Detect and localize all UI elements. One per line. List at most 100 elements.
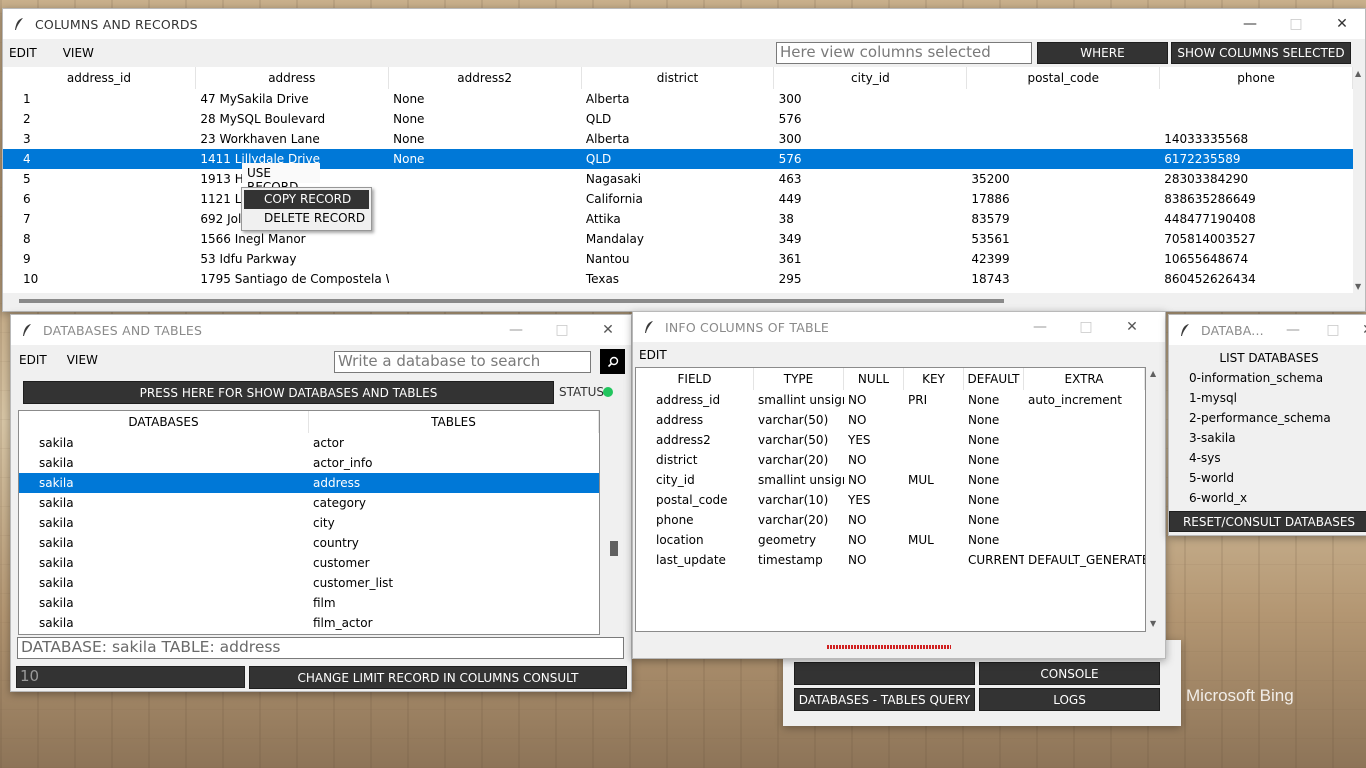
table-cell: QLD <box>585 112 612 126</box>
list-scrollbar[interactable] <box>608 411 620 632</box>
maximize-icon[interactable]: □ <box>1313 315 1353 345</box>
database-cell: sakila <box>39 556 74 570</box>
list-item[interactable]: sakila customer_list <box>19 573 599 593</box>
title-bar[interactable]: DATABASES AND TABLES — □ ✕ <box>11 315 631 345</box>
col-header[interactable]: address <box>196 67 389 89</box>
table-row[interactable]: 4 1411 Lillydale Drive None QLD 576 617223558… <box>3 149 1353 169</box>
close-icon[interactable]: ✕ <box>585 315 631 345</box>
minimize-icon[interactable]: — <box>493 315 539 345</box>
menu-edit[interactable]: EDIT <box>11 353 55 367</box>
table-row[interactable]: location geometry NO MUL None <box>636 530 1145 550</box>
col-header-tables[interactable]: TABLES <box>309 411 599 433</box>
list-item[interactable]: sakila address <box>19 473 599 493</box>
col-header-extra[interactable]: EXTRA <box>1024 368 1145 390</box>
table-row[interactable]: city_id smallint unsign NO MUL None <box>636 470 1145 490</box>
table-cell: smallint unsign <box>758 473 844 487</box>
search-button[interactable] <box>600 349 625 374</box>
col-header[interactable]: address2 <box>389 67 582 89</box>
list-item[interactable]: 1-mysql <box>1189 391 1331 411</box>
list-item[interactable]: sakila film <box>19 593 599 613</box>
table-row[interactable]: address2 varchar(50) YES None <box>636 430 1145 450</box>
databases-tables-query-button[interactable]: DATABASES - TABLES QUERY <box>794 688 975 711</box>
minimize-icon[interactable]: — <box>1273 315 1313 345</box>
list-item[interactable]: sakila film_actor <box>19 613 599 633</box>
where-button[interactable]: WHERE <box>1037 42 1168 64</box>
table-row[interactable]: 2 28 MySQL Boulevard None QLD 576 <box>3 109 1353 129</box>
table-row[interactable]: address_id smallint unsign NO PRI None auto_i… <box>636 390 1145 410</box>
table-row[interactable]: phone varchar(20) NO None <box>636 510 1145 530</box>
close-icon[interactable]: ✕ <box>1109 312 1155 342</box>
logs-button[interactable]: LOGS <box>979 688 1160 711</box>
list-item[interactable]: sakila customer <box>19 553 599 573</box>
col-header[interactable]: address_id <box>3 67 196 89</box>
reset-consult-button[interactable]: RESET/CONSULT DATABASES <box>1169 511 1366 532</box>
list-item[interactable]: 3-sakila <box>1189 431 1331 451</box>
close-icon[interactable]: ✕ <box>1353 315 1366 345</box>
database-search-input[interactable]: Write a database to search <box>334 351 591 373</box>
console-button[interactable]: CONSOLE <box>979 662 1160 685</box>
menu-edit[interactable]: EDIT <box>633 348 675 362</box>
table-row[interactable]: district varchar(20) NO None <box>636 450 1145 470</box>
menu-view[interactable]: VIEW <box>59 353 106 367</box>
list-item[interactable]: sakila country <box>19 533 599 553</box>
copy-record-item[interactable]: COPY RECORD <box>244 190 369 209</box>
menu-view[interactable]: VIEW <box>55 46 102 60</box>
list-item[interactable]: 6-world_x <box>1189 491 1331 511</box>
list-item[interactable]: sakila city <box>19 513 599 533</box>
info-header: FIELD TYPE NULL KEY DEFAULT EXTRA <box>636 368 1145 390</box>
table-cell: last_update <box>656 553 726 567</box>
info-scrollbar[interactable]: ▲ ▼ <box>1147 367 1161 630</box>
show-databases-tables-button[interactable]: PRESS HERE FOR SHOW DATABASES AND TABLES <box>23 381 554 404</box>
table-row[interactable]: 9 53 Idfu Parkway Nantou 361 42399 1065564867… <box>3 249 1353 269</box>
minimize-icon[interactable]: — <box>1017 312 1063 342</box>
col-header-key[interactable]: KEY <box>904 368 964 390</box>
col-header[interactable]: phone <box>1160 67 1353 89</box>
resize-grip[interactable] <box>827 645 951 649</box>
col-header[interactable]: district <box>582 67 775 89</box>
col-header-databases[interactable]: DATABASES <box>19 411 309 433</box>
list-item[interactable]: 2-performance_schema <box>1189 411 1331 431</box>
list-item[interactable]: 4-sys <box>1189 451 1331 471</box>
col-header[interactable]: postal_code <box>967 67 1161 89</box>
col-header-field[interactable]: FIELD <box>636 368 754 390</box>
list-item[interactable]: sakila actor_info <box>19 453 599 473</box>
minimize-icon[interactable]: — <box>1227 9 1273 39</box>
table-row[interactable]: postal_code varchar(10) YES None <box>636 490 1145 510</box>
table-row[interactable]: 8 1566 Inegl Manor Mandalay 349 53561 7058140… <box>3 229 1353 249</box>
table-row[interactable]: 6 1121 Lo California 449 17886 838635286649 <box>3 189 1353 209</box>
table-row[interactable]: 1 47 MySakila Drive None Alberta 300 <box>3 89 1353 109</box>
col-header-type[interactable]: TYPE <box>754 368 844 390</box>
list-item[interactable]: 5-world <box>1189 471 1331 491</box>
close-icon[interactable]: ✕ <box>1319 9 1365 39</box>
list-item[interactable]: sakila actor <box>19 433 599 453</box>
change-limit-button[interactable]: CHANGE LIMIT RECORD IN COLUMNS CONSULT <box>249 666 627 689</box>
records-horizontal-scrollbar[interactable] <box>3 293 1353 307</box>
title-bar[interactable]: INFO COLUMNS OF TABLE — □ ✕ <box>633 312 1165 342</box>
table-row[interactable]: 10 1795 Santiago de Compostela Way Texas 29… <box>3 269 1353 289</box>
col-header[interactable]: city_id <box>774 67 968 89</box>
show-columns-selected-button[interactable]: SHOW COLUMNS SELECTED <box>1171 42 1351 64</box>
table-row[interactable]: 7 692 Jol Attika 38 83579 448477190408 <box>3 209 1353 229</box>
title-bar[interactable]: DATABA... — □ ✕ <box>1169 315 1366 345</box>
records-vertical-scrollbar[interactable]: ▲ ▼ <box>1353 67 1365 293</box>
table-row[interactable]: last_update timestamp NO CURRENT_ DEFAULT_GE… <box>636 550 1145 570</box>
table-cell: 35200 <box>971 172 1010 186</box>
list-databases-header: LIST DATABASES <box>1219 351 1319 365</box>
table-row[interactable]: 5 1913 H Nagasaki 463 35200 28303384290 <box>3 169 1353 189</box>
menu-edit[interactable]: EDIT <box>3 46 45 60</box>
selected-db-table-field[interactable]: DATABASE: sakila TABLE: address <box>17 637 624 659</box>
columns-selected-input[interactable]: Here view columns selected <box>776 42 1032 64</box>
maximize-icon[interactable]: □ <box>1273 9 1319 39</box>
title-bar[interactable]: COLUMNS AND RECORDS — □ ✕ <box>3 9 1365 39</box>
maximize-icon[interactable]: □ <box>539 315 585 345</box>
limit-record-input[interactable]: 10 <box>16 666 245 688</box>
col-header-null[interactable]: NULL <box>844 368 904 390</box>
table-row[interactable]: 3 23 Workhaven Lane None Alberta 300 14033335… <box>3 129 1353 149</box>
col-header-default[interactable]: DEFAULT <box>964 368 1024 390</box>
table-row[interactable]: address varchar(50) NO None <box>636 410 1145 430</box>
list-item[interactable]: 0-information_schema <box>1189 371 1331 391</box>
list-item[interactable]: sakila category <box>19 493 599 513</box>
delete-record-item[interactable]: DELETE RECORD <box>242 209 371 228</box>
blank-button[interactable] <box>794 662 975 685</box>
maximize-icon[interactable]: □ <box>1063 312 1109 342</box>
